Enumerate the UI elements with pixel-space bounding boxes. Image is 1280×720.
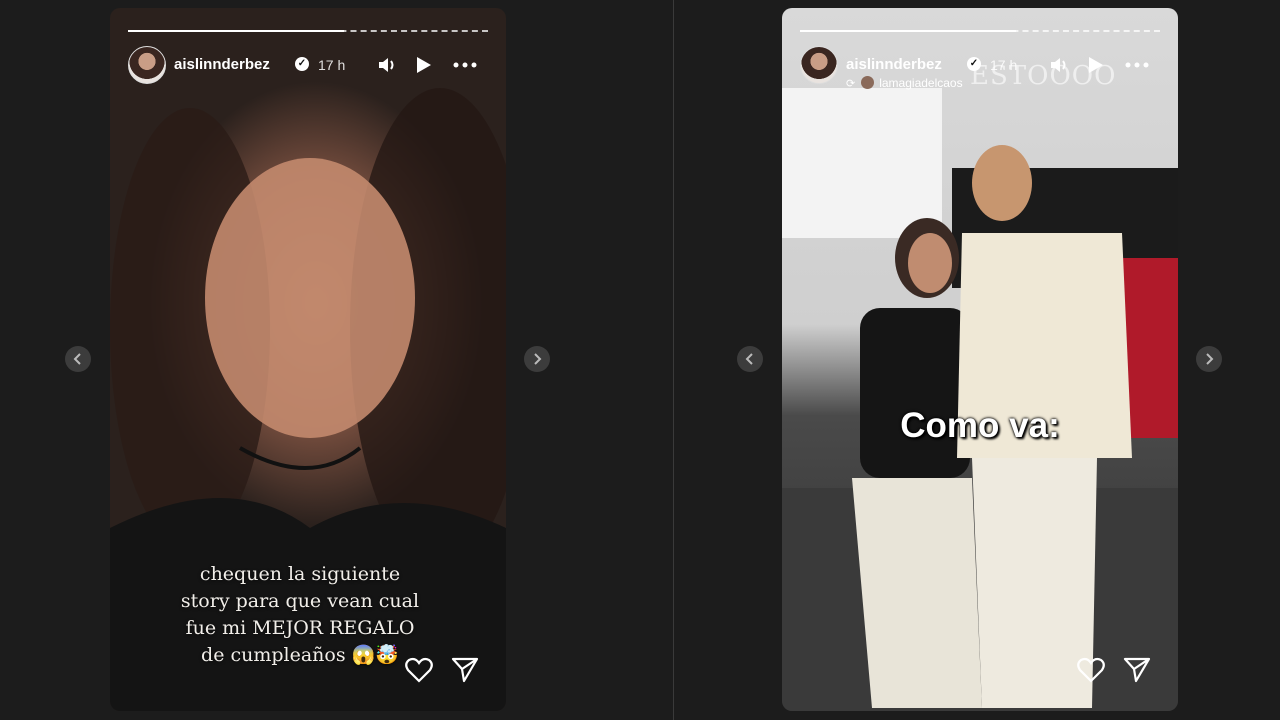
- repost-attribution[interactable]: ⟳ lamagiadelcaos: [846, 76, 963, 90]
- more-icon[interactable]: [452, 54, 478, 76]
- prev-story-button[interactable]: [65, 346, 91, 372]
- speaker-icon[interactable]: [1048, 54, 1070, 76]
- story-overlay-text: Como va:: [900, 406, 1060, 445]
- more-icon[interactable]: [1124, 54, 1150, 76]
- story-timestamp: 17 h: [990, 57, 1018, 73]
- story-photo-duo: [782, 88, 1178, 711]
- speaker-icon[interactable]: [376, 54, 398, 76]
- repost-icon: ⟳: [846, 78, 856, 90]
- caption-line: story para que vean cual: [180, 590, 420, 612]
- story-header: aislinnderbez ✓ 17 h: [128, 46, 488, 86]
- verified-badge-icon: ✓: [295, 57, 309, 71]
- chevron-left-icon: [745, 353, 753, 365]
- avatar[interactable]: [800, 46, 838, 84]
- play-icon[interactable]: [412, 54, 434, 76]
- prev-story-button-2[interactable]: [737, 346, 763, 372]
- story-caption: chequen la siguiente story para que vean…: [150, 561, 450, 669]
- verified-badge-icon: ✓: [967, 57, 981, 71]
- repost-username[interactable]: lamagiadelcaos: [879, 76, 962, 90]
- chevron-right-icon: [534, 353, 542, 365]
- story-progress-bar: [800, 30, 1160, 34]
- repost-avatar: [861, 76, 875, 89]
- next-story-button-2[interactable]: [1196, 346, 1222, 372]
- story-card-1[interactable]: aislinnderbez ✓ 17 h chequen la siguient…: [110, 8, 506, 711]
- send-icon[interactable]: [450, 655, 480, 685]
- send-icon[interactable]: [1122, 655, 1152, 685]
- username[interactable]: aislinnderbez: [846, 56, 942, 73]
- caption-line: chequen la siguiente: [199, 563, 401, 585]
- story-progress-bar: [128, 30, 488, 34]
- story-timestamp: 17 h: [318, 57, 346, 73]
- avatar[interactable]: [128, 46, 166, 84]
- heart-icon[interactable]: [404, 655, 434, 685]
- panel-divider: [673, 0, 674, 720]
- username[interactable]: aislinnderbez: [174, 56, 270, 73]
- story-header: aislinnderbez ✓ 17 h ⟳ lamagiadelcaos: [800, 46, 1160, 90]
- caption-line: fue mi MEJOR REGALO: [185, 617, 415, 639]
- chevron-left-icon: [73, 353, 81, 365]
- heart-icon[interactable]: [1076, 655, 1106, 685]
- next-story-button[interactable]: [524, 346, 550, 372]
- play-icon[interactable]: [1084, 54, 1106, 76]
- chevron-right-icon: [1206, 353, 1214, 365]
- story-card-2[interactable]: ESTOOOO aislinnderbez ✓ 17 h ⟳ lamagiadel…: [782, 8, 1178, 711]
